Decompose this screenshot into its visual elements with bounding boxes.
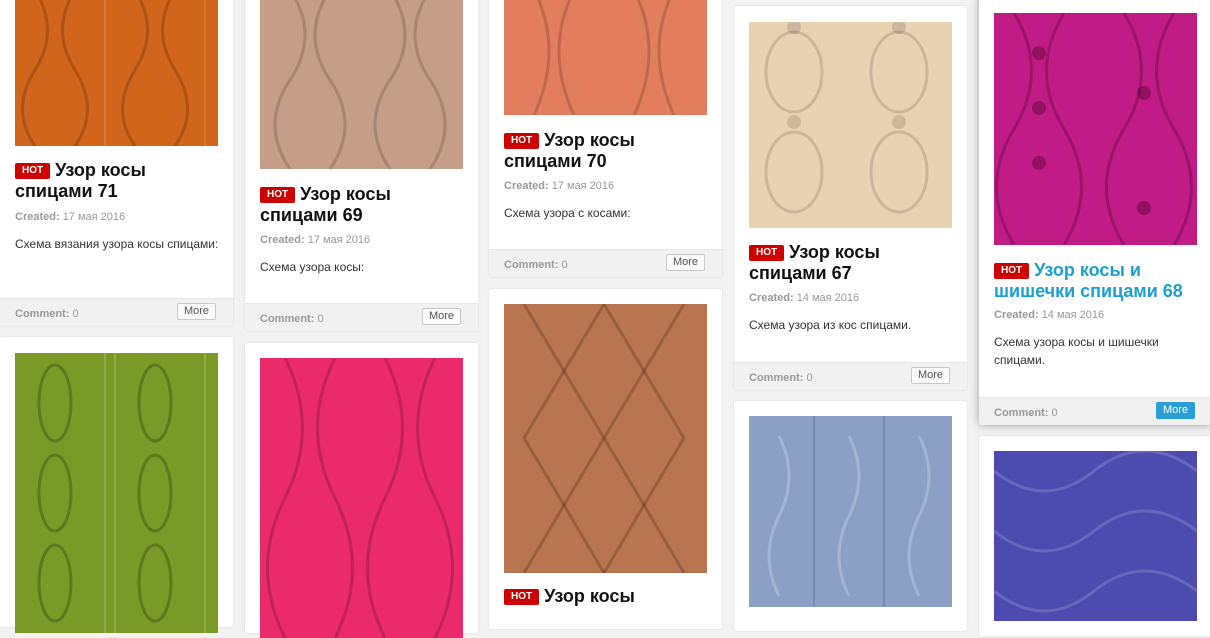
hot-badge: HOT <box>749 245 785 261</box>
article-description: Схема узора косы и шишечки спицами. <box>994 335 1159 367</box>
comment-count: Comment: 0 <box>15 308 79 320</box>
article-image-brown[interactable] <box>504 304 707 573</box>
card-footer: Comment: 0 More <box>979 397 1210 425</box>
card-footer: Comment: 0 More <box>734 362 967 390</box>
knit-pattern-image <box>994 13 1197 245</box>
comment-count: Comment: 0 <box>504 259 568 271</box>
knit-pattern-image <box>260 358 463 638</box>
article-description: Схема узора косы: <box>260 260 365 274</box>
article-image-pink[interactable] <box>260 358 463 638</box>
created-date: Created: 14 мая 2016 <box>749 292 860 304</box>
created-date: Created: 14 мая 2016 <box>994 309 1105 321</box>
article-title-link[interactable]: Узор косы <box>544 586 635 606</box>
hot-badge: HOT <box>504 589 540 605</box>
card-footer: Comment: 0 More <box>0 298 233 326</box>
knit-pattern-image <box>994 451 1197 621</box>
more-button[interactable]: More <box>665 254 705 271</box>
knit-pattern-image <box>260 0 463 169</box>
more-button[interactable]: More <box>176 303 216 320</box>
knit-pattern-image <box>749 416 952 607</box>
article-card-indigo <box>979 436 1210 636</box>
created-date: Created: 17 мая 2016 <box>504 180 615 192</box>
article-card-pink <box>245 343 478 638</box>
article-image-67[interactable] <box>749 22 952 228</box>
article-image-green[interactable] <box>15 353 218 633</box>
more-button[interactable]: More <box>1155 402 1195 419</box>
knit-pattern-image <box>504 304 707 573</box>
knit-pattern-image <box>15 0 218 146</box>
article-card-68: HOT Узор косы и шишечки спицами 68 Create… <box>979 0 1210 425</box>
article-image-70[interactable] <box>504 0 707 115</box>
created-date: Created: 17 мая 2016 <box>260 234 371 246</box>
article-image-71[interactable] <box>15 0 218 146</box>
article-card-brown: HOT Узор косы <box>489 289 722 629</box>
article-card-67: HOT Узор косы спицами 67 Created: 14 мая … <box>734 6 967 390</box>
article-description: Схема узора с косами: <box>504 206 631 220</box>
article-card-71: HOT Узор косы спицами 71 Created: 17 мая … <box>0 0 233 326</box>
knit-pattern-image <box>15 353 218 633</box>
hot-badge: HOT <box>994 263 1030 279</box>
article-card-bluegrey <box>734 401 967 631</box>
hot-badge: HOT <box>504 133 540 149</box>
hot-badge: HOT <box>15 163 51 179</box>
article-image-bluegrey[interactable] <box>749 416 952 607</box>
hot-badge: HOT <box>260 187 296 203</box>
article-card-green <box>0 337 233 633</box>
comment-count: Comment: 0 <box>994 407 1058 419</box>
more-button[interactable]: More <box>421 308 461 325</box>
card-footer: Comment: 0 More <box>245 303 478 331</box>
comment-count: Comment: 0 <box>260 313 324 325</box>
article-description: Схема вязания узора косы спицами: <box>15 237 219 251</box>
article-description: Схема узора из кос спицами. <box>749 318 912 332</box>
article-card-70: HOT Узор косы спицами 70 Created: 17 мая … <box>489 0 722 277</box>
article-image-68[interactable] <box>994 13 1197 245</box>
more-button[interactable]: More <box>910 367 950 384</box>
created-date: Created: 17 мая 2016 <box>15 211 126 223</box>
comment-count: Comment: 0 <box>749 372 813 384</box>
article-image-indigo[interactable] <box>994 451 1197 621</box>
knit-pattern-image <box>749 22 952 228</box>
knit-pattern-image <box>504 0 707 115</box>
card-footer: Comment: 0 More <box>489 249 722 277</box>
article-card-69: HOT Узор косы спицами 69 Created: 17 мая … <box>245 0 478 331</box>
article-image-69[interactable] <box>260 0 463 169</box>
